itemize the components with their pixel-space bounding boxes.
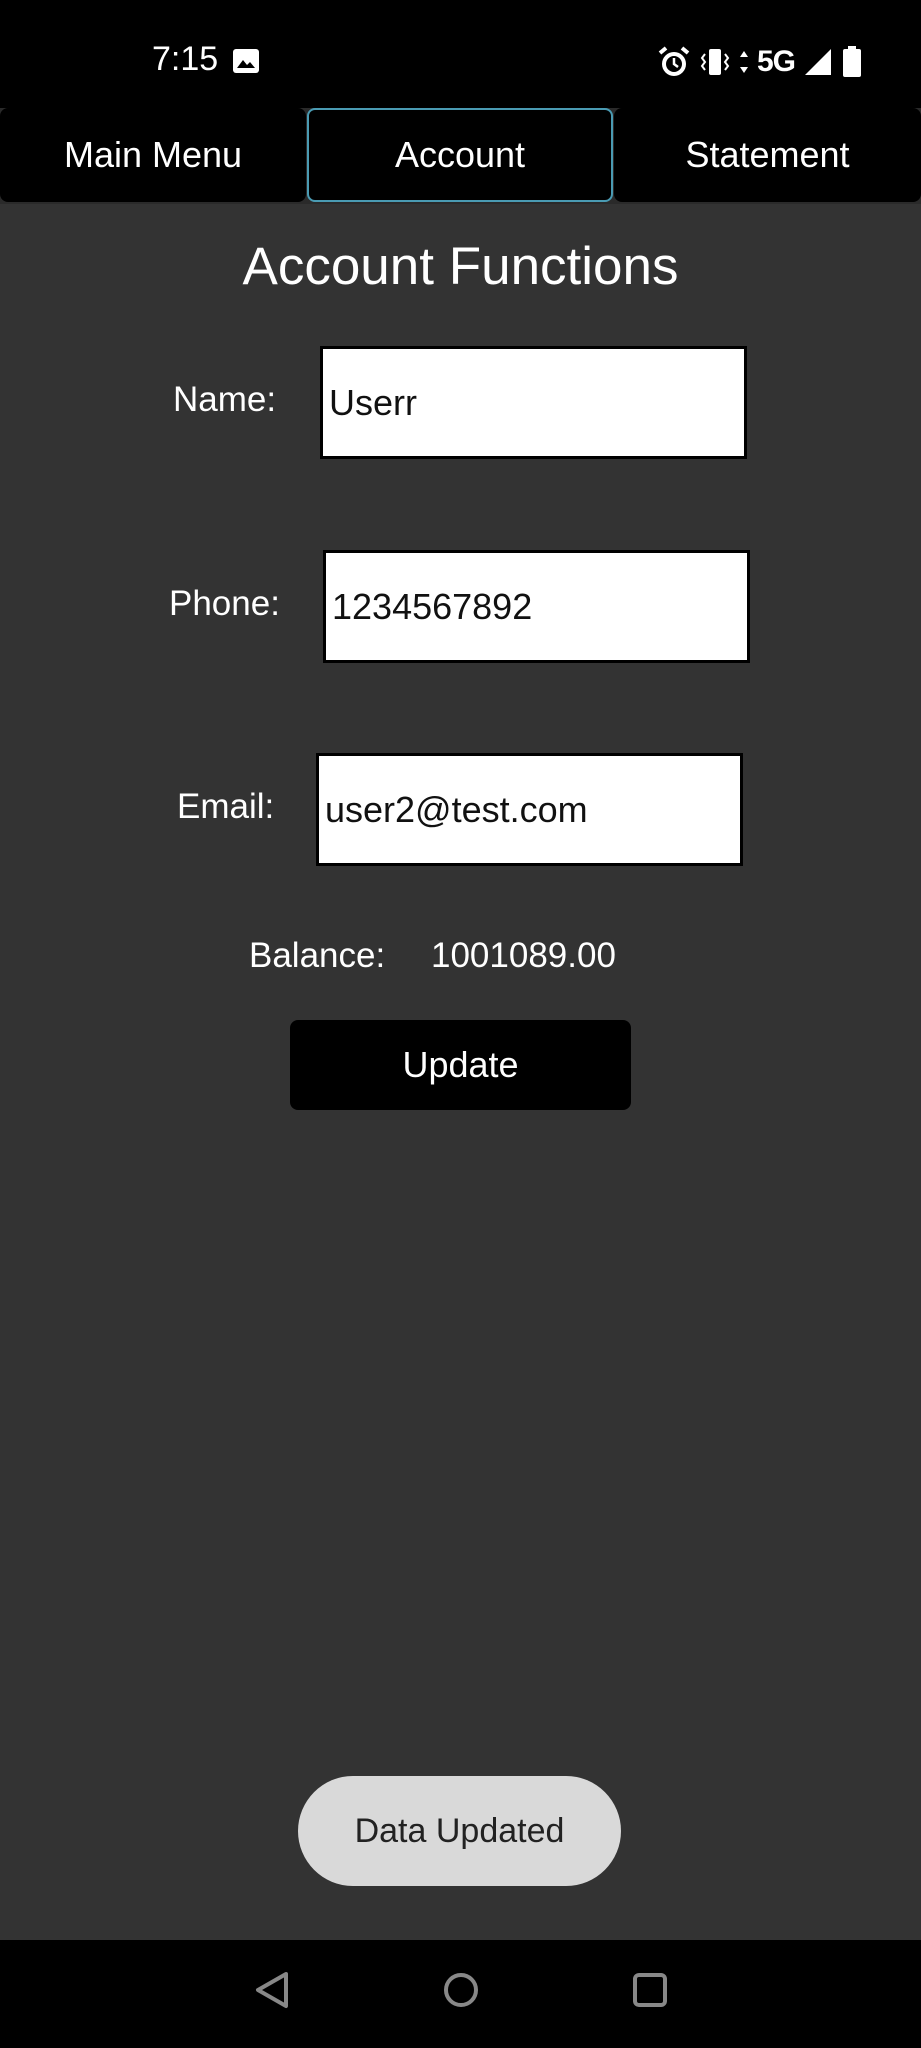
balance-label: Balance: [249,936,386,975]
image-icon [232,48,260,74]
status-bar: 7:15 5G [0,0,921,108]
update-button[interactable]: Update [290,1020,631,1110]
email-field[interactable] [316,753,743,866]
data-arrows-icon [739,49,749,75]
tab-main-menu[interactable]: Main Menu [0,108,306,202]
toast-message: Data Updated [298,1776,621,1886]
alarm-icon [657,45,691,79]
vibrate-icon [699,46,731,78]
recents-icon[interactable] [630,1970,670,2015]
navigation-bar [0,1940,921,2048]
page-title: Account Functions [242,237,679,296]
status-icons: 5G [657,44,863,80]
phone-label: Phone: [169,584,280,623]
back-icon[interactable] [254,1970,290,2015]
tab-account[interactable]: Account [307,108,613,202]
status-time: 7:15 [152,40,219,78]
email-label: Email: [177,787,275,826]
balance-value: 1001089.00 [431,936,616,975]
network-type: 5G [756,45,796,78]
phone-field[interactable] [323,550,750,663]
tab-bar: Main Menu Account Statement [0,108,921,204]
tab-label: Statement [685,134,850,175]
home-icon[interactable] [441,1970,481,2015]
name-label: Name: [173,380,277,419]
tab-label: Main Menu [63,134,243,175]
name-field[interactable] [320,346,747,459]
toast-text: Data Updated [354,1811,565,1850]
battery-icon [841,46,863,78]
tab-label: Account [394,134,526,175]
tab-statement[interactable]: Statement [614,108,921,202]
signal-icon [803,47,833,77]
